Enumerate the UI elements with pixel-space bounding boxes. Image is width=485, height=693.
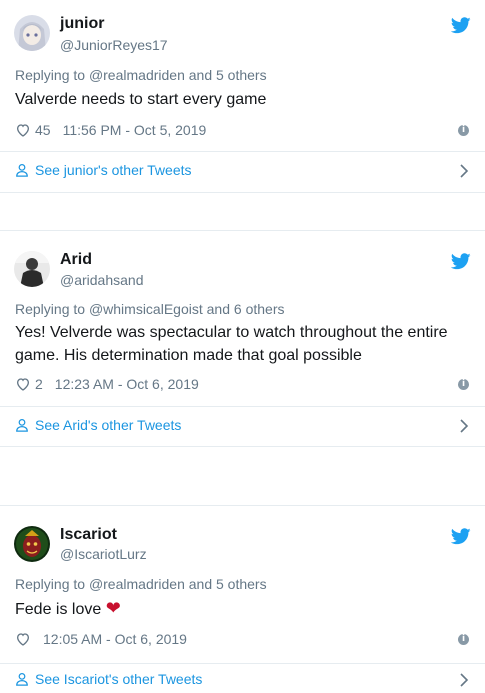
card-separator <box>0 446 485 509</box>
tweet-text: Fede is love ❤ <box>15 597 475 621</box>
tweet-card: Iscariot @IscariotLurz Replying to @real… <box>0 509 485 693</box>
replying-suffix[interactable]: and 6 others <box>207 301 285 317</box>
replying-to: Replying to @realmadriden and 5 others <box>15 67 267 83</box>
chevron-right-icon[interactable] <box>459 419 469 433</box>
see-other-tweets-link[interactable]: See Iscariot's other Tweets <box>15 671 202 687</box>
chevron-right-icon[interactable] <box>459 164 469 178</box>
tweet-header: Arid @aridahsand <box>0 234 485 296</box>
user-handle[interactable]: @aridahsand <box>60 272 144 288</box>
twitter-bird-icon[interactable] <box>451 17 471 34</box>
see-other-tweets-label[interactable]: See Arid's other Tweets <box>35 417 181 433</box>
replying-prefix: Replying to <box>15 67 86 83</box>
replying-prefix: Replying to <box>15 576 86 592</box>
person-icon <box>16 418 28 432</box>
divider <box>0 505 485 506</box>
replying-to-link[interactable]: @realmadriden <box>89 67 185 83</box>
info-icon[interactable]: i <box>458 379 469 390</box>
person-icon <box>16 672 28 686</box>
info-icon[interactable]: i <box>458 125 469 136</box>
see-other-tweets-link[interactable]: See junior's other Tweets <box>15 162 192 178</box>
tweet-text-body: Fede is love <box>15 601 102 618</box>
like-count[interactable]: 2 <box>35 376 43 392</box>
avatar[interactable] <box>14 15 50 51</box>
heart-icon[interactable] <box>15 631 31 647</box>
replying-suffix[interactable]: and 5 others <box>189 576 267 592</box>
tweet-card: Arid @aridahsand Replying to @whimsicalE… <box>0 234 485 446</box>
display-name[interactable]: Arid <box>60 251 92 269</box>
display-name[interactable]: junior <box>60 15 104 33</box>
see-other-tweets-label[interactable]: See Iscariot's other Tweets <box>35 671 202 687</box>
twitter-bird-icon[interactable] <box>451 253 471 270</box>
tweet-header: junior @JuniorReyes17 <box>0 0 485 62</box>
replying-to: Replying to @realmadriden and 5 others <box>15 576 267 592</box>
tweet-text: Yes! Velverde was spectacular to watch t… <box>15 324 448 364</box>
see-other-tweets-link[interactable]: See Arid's other Tweets <box>15 417 181 433</box>
info-icon[interactable]: i <box>458 634 469 645</box>
replying-to-link[interactable]: @realmadriden <box>89 576 185 592</box>
card-separator <box>0 192 485 234</box>
divider <box>0 663 485 664</box>
like-count[interactable]: 45 <box>35 122 51 138</box>
tweet-meta: 2 12:23 AM - Oct 6, 2019 <box>15 375 199 393</box>
replying-to-link[interactable]: @whimsicalEgoist <box>89 301 203 317</box>
avatar[interactable] <box>14 251 50 287</box>
tweet-meta: 12:05 AM - Oct 6, 2019 <box>15 630 187 648</box>
timestamp[interactable]: 12:23 AM - Oct 6, 2019 <box>55 376 199 392</box>
display-name[interactable]: Iscariot <box>60 526 117 544</box>
chevron-right-icon[interactable] <box>459 673 469 687</box>
timestamp[interactable]: 11:56 PM - Oct 5, 2019 <box>63 122 207 138</box>
user-handle[interactable]: @IscariotLurz <box>60 546 147 562</box>
heart-emoji: ❤ <box>105 598 121 619</box>
replying-to: Replying to @whimsicalEgoist and 6 other… <box>15 301 284 317</box>
person-icon <box>16 163 28 177</box>
divider <box>0 151 485 152</box>
tweet-header: Iscariot @IscariotLurz <box>0 509 485 571</box>
replying-suffix[interactable]: and 5 others <box>189 67 267 83</box>
user-handle[interactable]: @JuniorReyes17 <box>60 37 168 53</box>
divider <box>0 230 485 231</box>
tweet-text: Valverde needs to start every game <box>15 91 267 108</box>
tweet-meta: 45 11:56 PM - Oct 5, 2019 <box>15 121 206 139</box>
heart-icon[interactable] <box>15 376 31 392</box>
divider <box>0 406 485 407</box>
timestamp[interactable]: 12:05 AM - Oct 6, 2019 <box>43 631 187 647</box>
avatar[interactable] <box>14 526 50 562</box>
heart-icon[interactable] <box>15 122 31 138</box>
see-other-tweets-label[interactable]: See junior's other Tweets <box>35 162 192 178</box>
tweet-card: junior @JuniorReyes17 Replying to @realm… <box>0 0 485 192</box>
replying-prefix: Replying to <box>15 301 86 317</box>
twitter-bird-icon[interactable] <box>451 528 471 545</box>
